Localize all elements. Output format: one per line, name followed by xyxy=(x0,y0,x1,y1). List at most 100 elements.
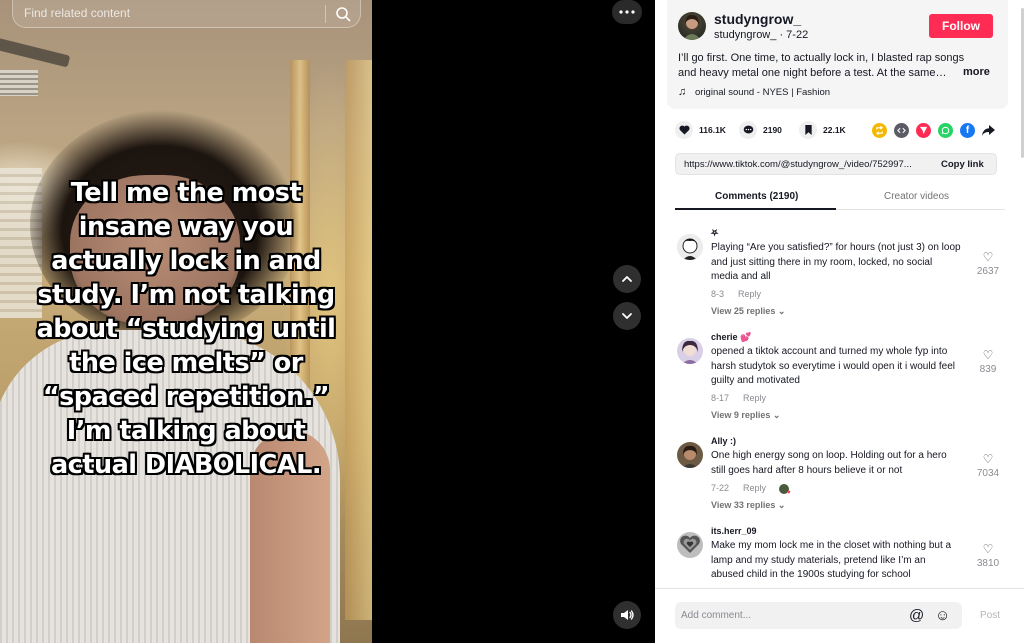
copy-link-button[interactable]: Copy link xyxy=(941,159,984,170)
ceiling-vent xyxy=(0,70,38,96)
share-arrow-icon[interactable] xyxy=(981,123,996,138)
view-replies-button[interactable]: View 33 replies ⌄ xyxy=(711,500,785,511)
chevron-down-icon: ⌄ xyxy=(777,306,786,316)
comment-text: One high energy song on loop. Holding ou… xyxy=(711,450,947,476)
commenter-avatar[interactable] xyxy=(677,442,703,468)
commenter-avatar[interactable] xyxy=(677,234,703,260)
creator-username[interactable]: studyngrow_ xyxy=(714,11,801,27)
commenter-name[interactable]: cherie 💕 xyxy=(711,332,751,343)
related-content-search[interactable]: Find related content xyxy=(12,0,361,28)
commenter-avatar[interactable] xyxy=(677,532,703,558)
video-area: Tell me the most insane way you actually… xyxy=(0,0,655,643)
comment-like-count: 3810 xyxy=(976,558,1000,569)
chevron-down-icon xyxy=(622,313,632,319)
view-replies-label: View 9 replies xyxy=(711,410,771,420)
post-date: 7-22 xyxy=(786,29,809,41)
comment-meta: 8-17 Reply xyxy=(711,393,766,403)
mention-icon[interactable]: @ xyxy=(909,607,924,624)
heart-outline-icon: ♡ xyxy=(982,452,994,466)
reply-button[interactable]: Reply xyxy=(743,393,766,403)
details-panel: studyngrow_ studyngrow_ · 7-22 Follow I’… xyxy=(655,0,1024,643)
active-tab-indicator xyxy=(675,208,836,210)
emoji-icon[interactable]: ☺ xyxy=(935,607,950,624)
previous-video-button[interactable] xyxy=(613,265,641,293)
comment-item: ⛧ Playing “Are you satisfied?” for hours… xyxy=(677,228,1007,328)
sound-link[interactable]: ♫ original sound - NYES | Fashion xyxy=(678,86,830,98)
heart-outline-icon: ♡ xyxy=(982,348,994,362)
heart-icon xyxy=(675,121,693,139)
next-video-button[interactable] xyxy=(613,302,641,330)
creator-handle[interactable]: studyngrow_ xyxy=(714,29,776,41)
view-replies-button[interactable]: View 25 replies ⌄ xyxy=(711,306,785,317)
tab-comments[interactable]: Comments (2190) xyxy=(715,191,798,202)
embed-icon[interactable] xyxy=(894,123,909,138)
commenter-avatar[interactable] xyxy=(677,338,703,364)
comment-list[interactable]: ⛧ Playing “Are you satisfied?” for hours… xyxy=(655,220,1024,585)
chevron-down-icon: ⌄ xyxy=(777,500,786,510)
more-link[interactable]: more xyxy=(963,66,990,78)
tab-creator-videos[interactable]: Creator videos xyxy=(884,191,949,202)
ceiling-fan-blade xyxy=(0,36,71,68)
creator-subline: studyngrow_ · 7-22 xyxy=(714,29,808,41)
search-placeholder: Find related content xyxy=(24,6,131,20)
video-caption-overlay: Tell me the most insane way you actually… xyxy=(36,178,336,480)
panel-tabs: Comments (2190) Creator videos xyxy=(675,185,1005,210)
comment-meta: 8-3 Reply xyxy=(711,289,761,299)
comment-like-button[interactable]: ♡ 7034 xyxy=(973,452,1003,479)
commenter-name[interactable]: its.herr_09 xyxy=(711,526,757,536)
chevron-down-icon: ⌄ xyxy=(772,410,781,420)
save-button[interactable]: 22.1K xyxy=(799,121,846,139)
comment-like-button[interactable]: ♡ 3810 xyxy=(973,542,1003,569)
volume-button[interactable] xyxy=(613,601,641,629)
comment-bubble-icon xyxy=(739,121,757,139)
post-comment-button[interactable]: Post xyxy=(980,610,1000,621)
comment-composer: Add comment... @ ☺ Post xyxy=(655,588,1024,643)
share-url[interactable]: https://www.tiktok.com/@studyngrow_/vide… xyxy=(684,159,922,170)
comment-date: 7-22 xyxy=(711,483,730,493)
avatar-image xyxy=(683,14,701,40)
search-divider xyxy=(325,5,326,23)
reply-button[interactable]: Reply xyxy=(738,289,761,299)
view-replies-label: View 33 replies xyxy=(711,500,776,510)
comment-like-button[interactable]: ♡ 839 xyxy=(973,348,1003,375)
sound-name: original sound - NYES | Fashion xyxy=(695,87,831,98)
follow-button[interactable]: Follow xyxy=(929,14,993,38)
more-options-button[interactable] xyxy=(612,0,642,24)
comment-placeholder: Add comment... xyxy=(681,610,752,621)
reply-button[interactable]: Reply xyxy=(743,483,766,493)
comment-input[interactable]: Add comment... @ ☺ xyxy=(675,602,962,629)
comment-item: its.herr_09 Make my mom lock me in the c… xyxy=(677,526,1007,585)
share-link-box: https://www.tiktok.com/@studyngrow_/vide… xyxy=(675,153,997,175)
view-replies-label: View 25 replies xyxy=(711,306,776,316)
send-to-friends-icon[interactable] xyxy=(916,123,931,138)
comment-item: cherie 💕 opened a tiktok account and tur… xyxy=(677,332,1007,432)
heart-outline-icon: ♡ xyxy=(982,250,994,264)
video-player[interactable]: Tell me the most insane way you actually… xyxy=(0,0,372,643)
comment-date: 8-3 xyxy=(711,289,725,299)
creator-liked-heart-icon: ♥ xyxy=(786,489,791,496)
chevron-up-icon xyxy=(622,276,632,282)
bookmark-icon xyxy=(799,121,817,139)
comment-like-count: 7034 xyxy=(976,468,1000,479)
save-count: 22.1K xyxy=(823,125,846,135)
comment-meta: 7-22 Reply ♥ xyxy=(711,483,791,496)
search-icon[interactable] xyxy=(335,6,351,22)
like-count: 116.1K xyxy=(699,125,726,135)
repost-icon[interactable] xyxy=(872,123,887,138)
comment-button[interactable]: 2190 xyxy=(739,121,782,139)
creator-avatar[interactable] xyxy=(678,12,706,40)
music-note-icon: ♫ xyxy=(678,86,687,98)
comment-like-button[interactable]: ♡ 2637 xyxy=(973,250,1003,277)
creator-liked-badge: ♥ xyxy=(778,483,791,496)
volume-icon xyxy=(621,610,634,620)
comment-text: opened a tiktok account and turned my wh… xyxy=(711,346,956,386)
comment-like-count: 2637 xyxy=(976,266,1000,277)
comment-text: Playing “Are you satisfied?” for hours (… xyxy=(711,242,961,282)
post-card: studyngrow_ studyngrow_ · 7-22 Follow I’… xyxy=(667,0,1008,109)
commenter-name[interactable]: ⛧ xyxy=(711,228,718,239)
whatsapp-icon[interactable] xyxy=(938,123,953,138)
like-button[interactable]: 116.1K xyxy=(675,121,726,139)
facebook-icon[interactable]: f xyxy=(960,123,975,138)
view-replies-button[interactable]: View 9 replies ⌄ xyxy=(711,410,780,421)
commenter-name[interactable]: Ally :) xyxy=(711,436,736,446)
